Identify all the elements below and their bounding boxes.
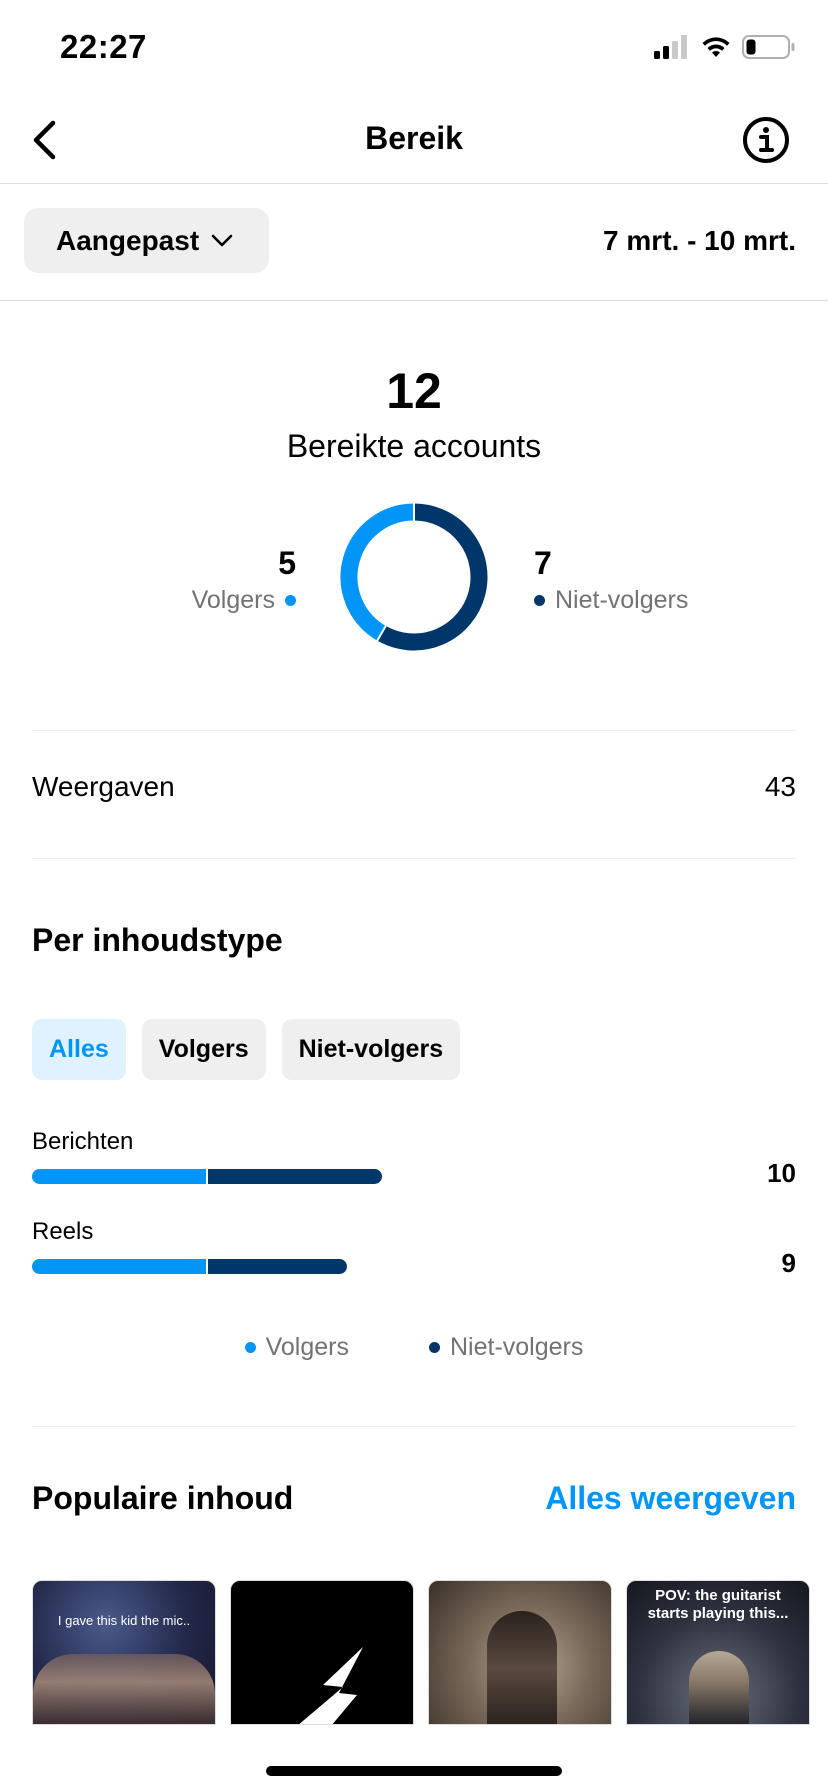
bar-segment-non-followers bbox=[208, 1169, 382, 1184]
battery-icon bbox=[742, 35, 795, 59]
navigation-bar: Bereik bbox=[0, 100, 828, 184]
divider bbox=[32, 730, 796, 731]
person-shape bbox=[689, 1651, 749, 1724]
content-type-title: Per inhoudstype bbox=[32, 922, 283, 958]
content-thumbnail[interactable] bbox=[230, 1580, 414, 1725]
donut-slice-non-followers bbox=[377, 503, 488, 651]
followers-label: Volgers bbox=[191, 586, 275, 614]
date-filter-label: Aangepast bbox=[56, 224, 200, 256]
date-filter-dropdown[interactable]: Aangepast bbox=[24, 208, 269, 273]
tab-non-followers[interactable]: Niet-volgers bbox=[281, 1019, 461, 1080]
wifi-icon bbox=[702, 37, 730, 57]
followers-summary: 5 Volgers bbox=[192, 546, 296, 615]
page-title: Bereik bbox=[365, 120, 463, 156]
popular-content-title: Populaire inhoud bbox=[32, 1480, 294, 1516]
bar-segment-non-followers bbox=[208, 1259, 348, 1274]
status-icons bbox=[654, 34, 796, 60]
thumbnail-caption: POV: the guitarist starts playing this..… bbox=[647, 1587, 789, 1622]
info-icon bbox=[743, 117, 789, 163]
filter-row: Aangepast 7 mrt. - 10 mrt. bbox=[0, 185, 828, 301]
followers-dot bbox=[285, 595, 296, 606]
followers-count: 5 bbox=[278, 545, 296, 581]
lightning-icon bbox=[299, 1647, 363, 1724]
content-thumbnail[interactable]: I gave this kid the mic.. bbox=[32, 1580, 216, 1725]
reach-insights-screen: 22:27 Bereik Aangepast 7 mrt. - 10 mrt. … bbox=[0, 0, 828, 1792]
thumbnail-caption: I gave this kid the mic.. bbox=[57, 1613, 191, 1628]
legend-label-non-followers: Niet-volgers bbox=[450, 1333, 584, 1361]
legend-label-followers: Volgers bbox=[265, 1333, 349, 1361]
bar-chart-legend: Volgers Niet-volgers bbox=[0, 1333, 828, 1362]
crowd-shape bbox=[33, 1654, 215, 1724]
content-thumbnail[interactable] bbox=[428, 1580, 612, 1725]
legend-dot-followers bbox=[244, 1342, 256, 1353]
bar-segment-followers bbox=[32, 1259, 206, 1274]
see-all-link[interactable]: Alles weergeven bbox=[545, 1480, 796, 1517]
legend-item-non-followers: Niet-volgers bbox=[429, 1333, 583, 1362]
content-thumbnail[interactable]: POV: the guitarist starts playing this..… bbox=[626, 1580, 810, 1725]
legend-item-followers: Volgers bbox=[244, 1333, 349, 1362]
legend-dot-non-followers bbox=[429, 1342, 440, 1353]
non-followers-dot bbox=[534, 595, 545, 606]
date-range: 7 mrt. - 10 mrt. bbox=[603, 225, 796, 256]
accounts-reached-label: Bereikte accounts bbox=[286, 428, 542, 464]
posts-value: 10 bbox=[767, 1158, 796, 1188]
views-value: 43 bbox=[764, 771, 796, 802]
divider bbox=[32, 1426, 796, 1427]
status-time: 22:27 bbox=[60, 28, 147, 65]
signal-icon bbox=[654, 35, 687, 59]
home-indicator bbox=[266, 1766, 562, 1776]
donut-slice-followers bbox=[340, 503, 415, 641]
views-label: Weergaven bbox=[32, 771, 175, 802]
posts-bar bbox=[32, 1169, 382, 1184]
reels-value: 9 bbox=[781, 1248, 796, 1278]
bar-segment-followers bbox=[32, 1169, 206, 1184]
posts-label: Berichten bbox=[32, 1128, 134, 1155]
reels-label: Reels bbox=[32, 1218, 94, 1245]
divider bbox=[32, 858, 796, 859]
info-button[interactable] bbox=[742, 116, 790, 164]
non-followers-summary: 7 Niet-volgers bbox=[534, 546, 688, 615]
reach-donut-chart bbox=[340, 503, 488, 651]
accounts-reached-total: 12 bbox=[386, 363, 442, 419]
non-followers-label: Niet-volgers bbox=[555, 586, 689, 614]
tab-all[interactable]: Alles bbox=[32, 1019, 126, 1080]
chevron-down-icon bbox=[211, 234, 233, 246]
audience-tabs: Alles Volgers Niet-volgers bbox=[32, 1019, 461, 1080]
reels-bar bbox=[32, 1259, 348, 1274]
portrait-shape bbox=[487, 1611, 557, 1724]
popular-content-thumbnails: I gave this kid the mic.. POV: the guita… bbox=[32, 1580, 810, 1725]
non-followers-count: 7 bbox=[534, 545, 552, 581]
tab-followers[interactable]: Volgers bbox=[141, 1019, 266, 1080]
